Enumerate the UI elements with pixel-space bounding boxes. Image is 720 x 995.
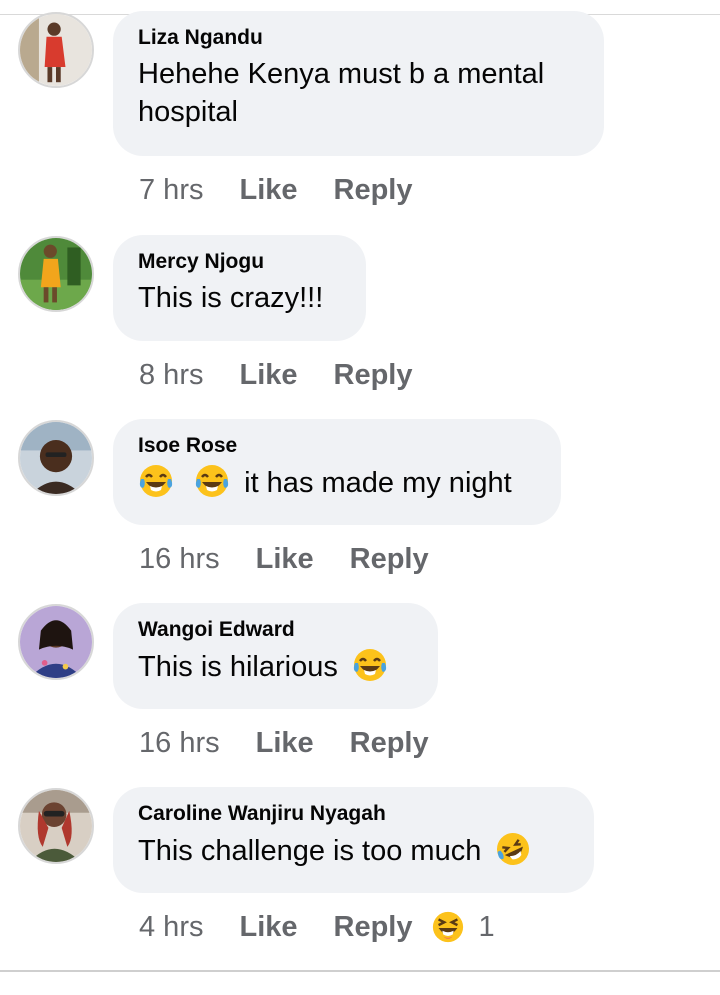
reply-button[interactable]: Reply	[350, 725, 429, 761]
comment-actions: 4 hrs Like Reply 1	[139, 908, 495, 945]
like-button[interactable]: Like	[239, 172, 297, 208]
comment-text-line: Hehehe Kenya must b a mental	[138, 58, 545, 90]
avatar[interactable]	[18, 12, 94, 88]
comment-actions: 7 hrs Like Reply	[139, 171, 413, 208]
avatar[interactable]	[18, 604, 94, 680]
like-button[interactable]: Like	[256, 725, 314, 761]
comment-actions: 8 hrs Like Reply	[139, 356, 413, 393]
reply-button[interactable]: Reply	[334, 357, 413, 393]
like-button[interactable]: Like	[256, 541, 314, 577]
comment-actions: 16 hrs Like Reply	[139, 724, 429, 761]
comment-text: it has made my night	[138, 463, 535, 502]
comment-text: Hehehe Kenya must b a mental hospital	[138, 55, 578, 131]
tears-of-joy-icon	[194, 463, 230, 499]
avatar[interactable]	[18, 236, 94, 312]
haha-reaction-icon[interactable]	[431, 910, 465, 944]
user-avatar-icon	[20, 14, 92, 86]
reply-button[interactable]: Reply	[334, 909, 413, 945]
comment-author[interactable]: Wangoi Edward	[138, 617, 412, 643]
comment-author[interactable]: Mercy Njogu	[138, 249, 340, 275]
comment-bubble: Mercy Njogu This is crazy!!!	[113, 235, 366, 341]
avatar[interactable]	[18, 420, 94, 496]
bottom-divider	[0, 970, 720, 972]
reply-button[interactable]: Reply	[334, 172, 413, 208]
comment-text: This is crazy!!!	[138, 282, 324, 314]
comment-text-content: This challenge is too much	[138, 835, 482, 867]
comment-actions: 16 hrs Like Reply	[139, 540, 429, 577]
comment-text-line: hospital	[138, 96, 238, 128]
comment-time[interactable]: 8 hrs	[139, 357, 203, 393]
comment-time[interactable]: 7 hrs	[139, 172, 203, 208]
tears-of-joy-icon	[138, 463, 174, 499]
comment-author[interactable]: Caroline Wanjiru Nyagah	[138, 801, 568, 827]
avatar[interactable]	[18, 788, 94, 864]
comment-author[interactable]: Isoe Rose	[138, 433, 535, 459]
user-avatar-icon	[20, 422, 92, 494]
comment-author[interactable]: Liza Ngandu	[138, 25, 578, 51]
like-button[interactable]: Like	[239, 357, 297, 393]
comment-text: This challenge is too much	[138, 831, 568, 870]
user-avatar-icon	[20, 790, 92, 862]
comment-time[interactable]: 16 hrs	[139, 541, 220, 577]
comment-bubble: Isoe Rose it has made my night	[113, 419, 561, 525]
comment-bubble: Liza Ngandu Hehehe Kenya must b a mental…	[113, 11, 604, 156]
user-avatar-icon	[20, 606, 92, 678]
user-avatar-icon	[20, 238, 92, 310]
comment-bubble: Wangoi Edward This is hilarious	[113, 603, 438, 709]
comment-text-content: This is hilarious	[138, 651, 338, 683]
reaction-count[interactable]: 1	[479, 909, 495, 945]
rolling-laughing-icon	[495, 831, 531, 867]
comment-text-content: it has made my night	[244, 467, 512, 499]
comment-time[interactable]: 16 hrs	[139, 725, 220, 761]
reply-button[interactable]: Reply	[350, 541, 429, 577]
comment-time[interactable]: 4 hrs	[139, 909, 203, 945]
tears-of-joy-icon	[352, 647, 388, 683]
comment-text: This is hilarious	[138, 647, 412, 686]
comment-bubble: Caroline Wanjiru Nyagah This challenge i…	[113, 787, 594, 893]
like-button[interactable]: Like	[239, 909, 297, 945]
